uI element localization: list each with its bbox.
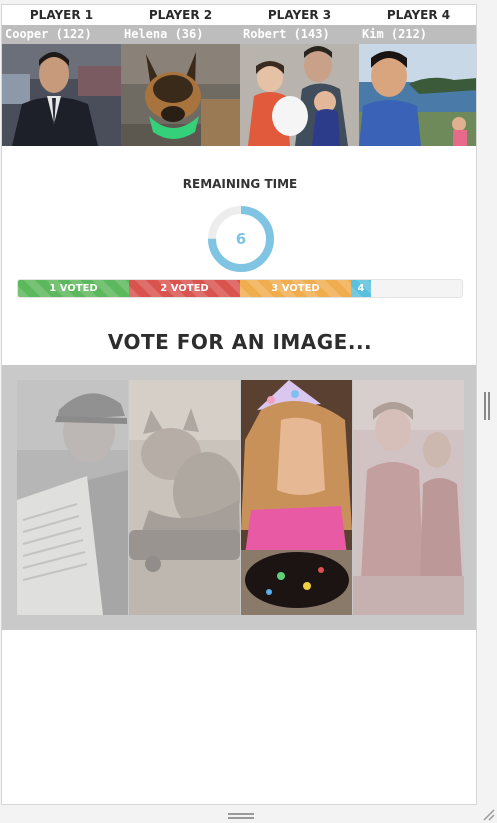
player-name-score: Robert (143) — [240, 25, 359, 44]
progress-segment-2-voted: 2 VOTED — [129, 280, 240, 297]
player-name-score: Helena (36) — [121, 25, 240, 44]
game-frame: PLAYER 1 Cooper (122) PLAYER 2 Helena (3… — [1, 4, 477, 805]
family-photo — [240, 44, 359, 146]
dog-photo — [121, 44, 240, 146]
player-title: PLAYER 1 — [2, 5, 121, 25]
player-card-1: PLAYER 1 Cooper (122) — [2, 5, 121, 146]
vote-image-option-1[interactable] — [17, 380, 128, 615]
vote-progress-bar: 1 VOTED 2 VOTED 3 VOTED 4 — [17, 279, 463, 298]
progress-segment-1-voted: 1 VOTED — [18, 280, 129, 297]
player-photo — [121, 44, 240, 146]
player-title: PLAYER 4 — [359, 5, 476, 25]
player-card-3: PLAYER 3 Robert (143) — [240, 5, 359, 146]
vote-heading: VOTE FOR AN IMAGE... — [107, 330, 373, 354]
vote-image-grid — [2, 365, 476, 630]
player-card-4: PLAYER 4 Kim (212) — [359, 5, 476, 146]
player-photo — [240, 44, 359, 146]
remaining-time-label: REMAINING TIME — [182, 177, 298, 191]
vote-image-option-4[interactable] — [353, 380, 464, 615]
player-title: PLAYER 3 — [240, 5, 359, 25]
lake-selfie-photo — [359, 44, 476, 146]
cat-on-skateboard-image — [129, 380, 240, 615]
vote-image-option-3[interactable] — [241, 380, 352, 615]
player-photo — [2, 44, 121, 146]
progress-segment-3-voted: 3 VOTED — [240, 280, 351, 297]
progress-segment-4: 4 — [351, 280, 371, 297]
countdown-value: 6 — [235, 230, 247, 248]
side-drag-handle[interactable] — [484, 392, 490, 420]
bottom-drag-handle[interactable] — [228, 813, 254, 819]
man-in-suit-photo — [2, 44, 121, 146]
player-photo — [359, 44, 476, 146]
player-strip: PLAYER 1 Cooper (122) PLAYER 2 Helena (3… — [2, 5, 476, 146]
player-title: PLAYER 2 — [121, 5, 240, 25]
player-name-score: Cooper (122) — [2, 25, 121, 44]
vote-image-option-2[interactable] — [129, 380, 240, 615]
player-card-2: PLAYER 2 Helena (36) — [121, 5, 240, 146]
resize-grip-icon[interactable] — [481, 807, 495, 821]
mud-run-women-image — [353, 380, 464, 615]
player-name-score: Kim (212) — [359, 25, 476, 44]
old-man-newspaper-image — [17, 380, 128, 615]
child-birthday-cake-image — [241, 380, 352, 615]
